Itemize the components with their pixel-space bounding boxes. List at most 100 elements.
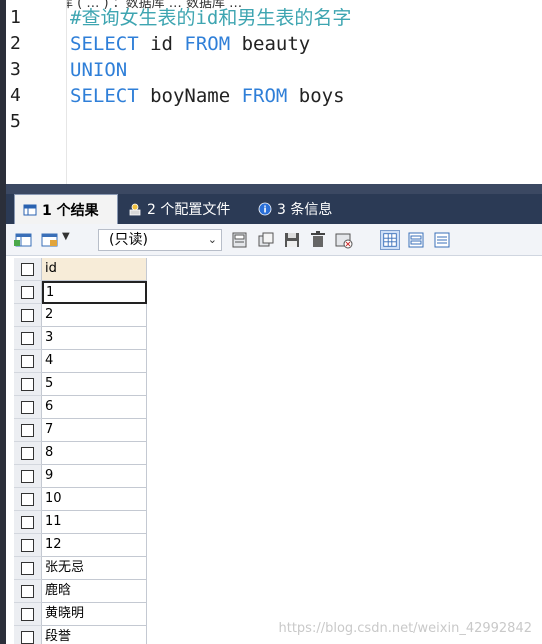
- row-checkbox[interactable]: [14, 603, 42, 626]
- watermark: https://blog.csdn.net/weixin_42992842: [278, 621, 532, 636]
- table-cell[interactable]: 12: [42, 534, 147, 557]
- line-number: 2: [10, 33, 21, 54]
- table-cell[interactable]: 10: [42, 488, 147, 511]
- row-checkbox[interactable]: [14, 396, 42, 419]
- grid-header-row: id: [14, 258, 147, 281]
- tab-messages-label: 3 条信息: [277, 202, 333, 218]
- delete-icon[interactable]: [308, 230, 328, 250]
- table-cell[interactable]: 张无忌: [42, 557, 147, 580]
- table-row[interactable]: 7: [14, 419, 147, 442]
- column-header-id[interactable]: id: [42, 258, 147, 281]
- code-text: SELECT boyName FROM boys: [70, 83, 345, 109]
- table-cell[interactable]: 8: [42, 442, 147, 465]
- table-cell[interactable]: 鹿晗: [42, 580, 147, 603]
- row-checkbox[interactable]: [14, 557, 42, 580]
- table-row[interactable]: 鹿晗: [14, 580, 147, 603]
- mode-select-value: (只读): [109, 232, 148, 248]
- row-checkbox[interactable]: [14, 373, 42, 396]
- tab-profiles[interactable]: 2 个配置文件: [120, 194, 246, 224]
- table-row[interactable]: 张无忌: [14, 557, 147, 580]
- info-icon: i: [258, 202, 272, 216]
- row-checkbox[interactable]: [14, 580, 42, 603]
- table-row[interactable]: 段誉: [14, 626, 147, 644]
- table-row[interactable]: 3: [14, 327, 147, 350]
- table-cell[interactable]: 1: [42, 281, 147, 304]
- sql-keyword: SELECT: [70, 33, 139, 55]
- table-cell[interactable]: 4: [42, 350, 147, 373]
- svg-text:i: i: [263, 206, 266, 216]
- save-icon[interactable]: [282, 230, 302, 250]
- cancel-changes-icon[interactable]: [334, 230, 354, 250]
- sql-identifier: id: [138, 33, 185, 55]
- table-row[interactable]: 6: [14, 396, 147, 419]
- sql-editor[interactable]: 当前数据库 ( … ) ：数据库 … 数据库 … 1 #查询女生表的id和男生表的…: [0, 0, 542, 184]
- tab-profiles-label: 2 个配置文件: [147, 202, 231, 218]
- export-grid-icon[interactable]: [14, 230, 34, 250]
- select-all-checkbox[interactable]: [14, 258, 42, 281]
- table-row[interactable]: 5: [14, 373, 147, 396]
- table-row[interactable]: 11: [14, 511, 147, 534]
- table-cell[interactable]: 6: [42, 396, 147, 419]
- line-number: 3: [10, 59, 21, 80]
- table-row[interactable]: 9: [14, 465, 147, 488]
- row-checkbox[interactable]: [14, 511, 42, 534]
- table-cell[interactable]: 7: [42, 419, 147, 442]
- row-checkbox[interactable]: [14, 626, 42, 644]
- table-cell[interactable]: 11: [42, 511, 147, 534]
- table-cell[interactable]: 9: [42, 465, 147, 488]
- text-view-icon[interactable]: [432, 230, 452, 250]
- sql-identifier: boyName: [138, 85, 242, 107]
- sql-keyword: UNION: [70, 59, 128, 81]
- table-cell[interactable]: 3: [42, 327, 147, 350]
- sql-identifier: boys: [287, 85, 345, 107]
- code-text: UNION: [70, 57, 127, 83]
- result-tabs-strip: [6, 184, 542, 194]
- table-row[interactable]: 2: [14, 304, 147, 327]
- form-view-icon[interactable]: [406, 230, 426, 250]
- save-to-file-icon[interactable]: [230, 230, 250, 250]
- sql-keyword: FROM: [184, 33, 231, 55]
- line-number: 4: [10, 85, 21, 106]
- line-number: 5: [10, 111, 21, 132]
- row-checkbox[interactable]: [14, 442, 42, 465]
- sql-keyword: FROM: [241, 85, 288, 107]
- row-checkbox[interactable]: [14, 488, 42, 511]
- duplicate-row-icon[interactable]: [256, 230, 276, 250]
- code-line: 1 #查询女生表的id和男生表的名字: [0, 5, 542, 31]
- table-cell[interactable]: 2: [42, 304, 147, 327]
- table-row[interactable]: 4: [14, 350, 147, 373]
- profile-icon: [129, 203, 141, 216]
- result-toolbar: ▼ (只读) ⌄: [6, 224, 542, 256]
- row-checkbox[interactable]: [14, 304, 42, 327]
- code-line: 4 SELECT boyName FROM boys: [0, 83, 542, 109]
- line-number: 1: [10, 7, 21, 28]
- chevron-down-icon: ⌄: [207, 233, 217, 246]
- row-checkbox[interactable]: [14, 419, 42, 442]
- tab-results-label: 1 个结果: [42, 202, 99, 219]
- result-grid: id 1 2 3 4 5 6 7 8 9 10 11 12 张无忌 鹿晗 黄晓明 段誉: [14, 258, 147, 644]
- row-checkbox[interactable]: [14, 534, 42, 557]
- table-row[interactable]: 10: [14, 488, 147, 511]
- code-text: #查询女生表的id和男生表的名字: [70, 5, 351, 31]
- grid-result-icon: [23, 204, 37, 215]
- table-row[interactable]: 黄晓明: [14, 603, 147, 626]
- tab-messages[interactable]: i 3 条信息: [250, 194, 350, 224]
- table-row[interactable]: 12: [14, 534, 147, 557]
- table-row[interactable]: 1: [14, 281, 147, 304]
- row-checkbox[interactable]: [14, 465, 42, 488]
- tab-results[interactable]: 1 个结果: [14, 194, 118, 224]
- table-cell[interactable]: 段誉: [42, 626, 147, 644]
- sql-keyword: SELECT: [70, 85, 139, 107]
- table-row[interactable]: 8: [14, 442, 147, 465]
- code-text: SELECT id FROM beauty: [70, 31, 310, 57]
- row-checkbox[interactable]: [14, 281, 42, 304]
- row-checkbox[interactable]: [14, 350, 42, 373]
- window-left-border: [0, 0, 6, 644]
- table-cell[interactable]: 5: [42, 373, 147, 396]
- read-only-mode-select[interactable]: (只读) ⌄: [98, 229, 222, 251]
- dropdown-arrow-icon[interactable]: ▼: [62, 231, 70, 242]
- import-grid-icon[interactable]: [40, 230, 60, 250]
- table-cell[interactable]: 黄晓明: [42, 603, 147, 626]
- grid-view-icon[interactable]: [380, 230, 400, 250]
- row-checkbox[interactable]: [14, 327, 42, 350]
